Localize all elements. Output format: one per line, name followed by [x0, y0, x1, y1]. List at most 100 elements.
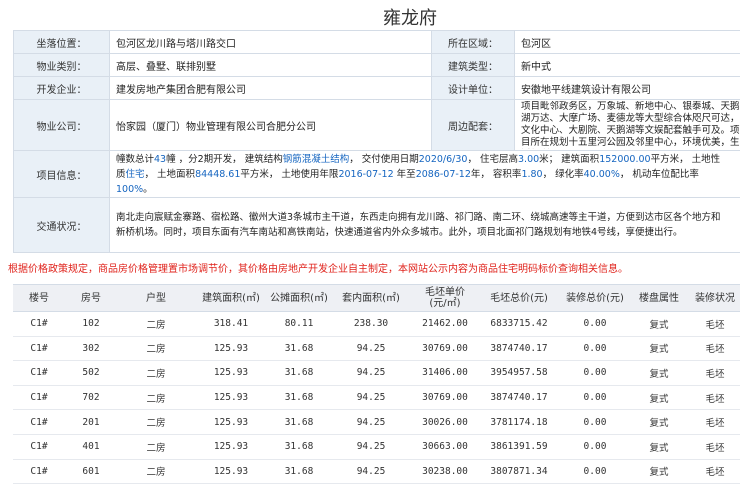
buildings-count: 43 — [154, 153, 167, 165]
property-company-label: 物业公司： — [13, 99, 110, 151]
floor-area-ratio: 1.80 — [521, 168, 543, 180]
cell-inner-area: 94.25 — [331, 360, 411, 386]
structure-value: 钢筋混凝土结构 — [282, 153, 350, 165]
project-text: 幢数总计 — [116, 153, 155, 165]
cell-total-price: 3781174.18 — [479, 409, 559, 435]
cell-property-attr: 复式 — [631, 459, 687, 485]
info-row: 物业公司： 怡家园（厦门）物业管理有限公司合肥分公司 周边配套： 项目毗邻政务区… — [13, 99, 740, 151]
facilities-text: 项目毗邻政务区，万象城、新地中心、银泰城、天鹅湖万达、大摩广场、麦德龙等大型综合… — [521, 101, 740, 148]
info-row: 物业类别： 高层、叠墅、联排别墅 建筑类型： 新中式 — [13, 53, 740, 77]
cell-decoration-status: 毛坯 — [687, 360, 740, 386]
table-row: C1# 102 二房 318.41 80.11 238.30 21462.00 6833715… — [13, 311, 740, 337]
property-type-label: 物业类别： — [13, 53, 110, 77]
green-ratio: 40.00% — [583, 168, 620, 180]
cell-property-attr: 复式 — [631, 409, 687, 435]
project-info-value: 幢数总计43幢 ，分2期开发， 建筑结构钢筋混凝土结构， 交付使用日期2020/… — [109, 150, 740, 198]
location-value: 包河区龙川路与塔川路交口 — [109, 30, 432, 54]
table-row: C1# 502 二房 125.93 31.68 94.25 31406.00 3954957.… — [13, 360, 740, 386]
location-label: 坐落位置： — [13, 30, 110, 54]
header-shared-area: 公摊面积(㎡) — [267, 284, 331, 312]
cell-unit-price: 31406.00 — [411, 360, 479, 386]
property-type-value: 高层、叠墅、联排别墅 — [109, 53, 432, 77]
cell-building: C1# — [13, 409, 65, 435]
cell-layout: 二房 — [117, 336, 195, 362]
cell-property-attr: 复式 — [631, 336, 687, 362]
cell-decoration-price: 0.00 — [559, 385, 631, 411]
cell-shared-area: 31.68 — [267, 360, 331, 386]
cell-inner-area: 94.25 — [331, 459, 411, 485]
facilities-label: 周边配套： — [431, 99, 515, 151]
project-text: 。 — [143, 183, 153, 195]
header-building: 楼号 — [13, 284, 65, 312]
cell-room: 601 — [65, 459, 117, 485]
cell-building: C1# — [13, 385, 65, 411]
cell-building-area: 125.93 — [195, 434, 267, 460]
project-text: ， 住宅层高 — [467, 153, 518, 165]
cell-layout: 二房 — [117, 385, 195, 411]
cell-building-area: 125.93 — [195, 336, 267, 362]
cell-decoration-price: 0.00 — [559, 336, 631, 362]
cell-shared-area: 80.11 — [267, 311, 331, 337]
cell-building: C1# — [13, 360, 65, 386]
cell-room: 201 — [65, 409, 117, 435]
delivery-date: 2020/6/30 — [418, 153, 468, 165]
project-info-text: 幢数总计43幢 ，分2期开发， 建筑结构钢筋混凝土结构， 交付使用日期2020/… — [116, 152, 724, 197]
cell-room: 702 — [65, 385, 117, 411]
header-decoration-price: 装修总价(元) — [559, 284, 631, 312]
cell-inner-area: 94.25 — [331, 409, 411, 435]
cell-property-attr: 复式 — [631, 434, 687, 460]
project-text: ， 机动车位配比率 — [619, 168, 699, 180]
units-body: C1# 102 二房 318.41 80.11 238.30 21462.00 6833715… — [13, 311, 740, 485]
cell-inner-area: 94.25 — [331, 385, 411, 411]
cell-inner-area: 94.25 — [331, 434, 411, 460]
cell-building-area: 125.93 — [195, 360, 267, 386]
cell-unit-price: 30026.00 — [411, 409, 479, 435]
land-end: 2086-07-12 — [415, 168, 471, 180]
info-row: 坐落位置： 包河区龙川路与塔川路交口 所在区域： 包河区 — [13, 30, 740, 54]
cell-layout: 二房 — [117, 434, 195, 460]
cell-room: 102 — [65, 311, 117, 337]
cell-building-area: 125.93 — [195, 409, 267, 435]
design-value: 安徽地平线建筑设计有限公司 — [514, 76, 740, 100]
floor-height: 3.00 — [518, 153, 540, 165]
cell-room: 502 — [65, 360, 117, 386]
cell-decoration-price: 0.00 — [559, 311, 631, 337]
cell-decoration-price: 0.00 — [559, 434, 631, 460]
building-type-value: 新中式 — [514, 53, 740, 77]
cell-total-price: 3861391.59 — [479, 434, 559, 460]
cell-decoration-status: 毛坯 — [687, 409, 740, 435]
table-row: C1# 702 二房 125.93 31.68 94.25 30769.00 3874740.… — [13, 385, 740, 411]
cell-layout: 二房 — [117, 459, 195, 485]
units-table: 楼号 房号 户型 建筑面积(㎡) 公摊面积(㎡) 套内面积(㎡) 毛坯单价 (元/㎡) 毛坯总… — [13, 284, 740, 485]
project-text: ， 土地面积 — [144, 168, 196, 180]
page-title: 雍龙府 — [383, 8, 437, 29]
cell-unit-price: 30663.00 — [411, 434, 479, 460]
land-area: 84448.61 — [195, 168, 241, 180]
property-company-value: 怡家园（厦门）物业管理有限公司合肥分公司 — [109, 99, 432, 151]
project-text: 幢 ，分2期开发， 建筑结构 — [166, 153, 283, 165]
table-row: C1# 601 二房 125.93 31.68 94.25 30238.00 3807871.… — [13, 459, 740, 485]
cell-layout: 二房 — [117, 311, 195, 337]
cell-layout: 二房 — [117, 360, 195, 386]
cell-room: 401 — [65, 434, 117, 460]
header-building-area: 建筑面积(㎡) — [195, 284, 267, 312]
table-row: C1# 201 二房 125.93 31.68 94.25 30026.00 3781174.… — [13, 409, 740, 435]
header-decoration-status: 装修状况 — [687, 284, 740, 312]
traffic-value: 南北走向宸赋金寨路、宿松路、徽州大道3条城市主干道，东西走向拥有龙川路、祁门路、… — [109, 197, 740, 253]
cell-total-price: 3807871.34 — [479, 459, 559, 485]
cell-building: C1# — [13, 336, 65, 362]
project-text: 平方米， 土地使用年限 — [240, 168, 339, 180]
developer-value: 建发房地产集团合肥有限公司 — [109, 76, 432, 100]
cell-decoration-status: 毛坯 — [687, 434, 740, 460]
cell-shared-area: 31.68 — [267, 409, 331, 435]
header-inner-area: 套内面积(㎡) — [331, 284, 411, 312]
cell-decoration-price: 0.00 — [559, 459, 631, 485]
cell-decoration-status: 毛坯 — [687, 385, 740, 411]
district-value: 包河区 — [514, 30, 740, 54]
cell-building-area: 318.41 — [195, 311, 267, 337]
traffic-label: 交通状况： — [13, 197, 110, 253]
cell-shared-area: 31.68 — [267, 434, 331, 460]
cell-shared-area: 31.68 — [267, 459, 331, 485]
cell-decoration-price: 0.00 — [559, 360, 631, 386]
cell-decoration-status: 毛坯 — [687, 336, 740, 362]
